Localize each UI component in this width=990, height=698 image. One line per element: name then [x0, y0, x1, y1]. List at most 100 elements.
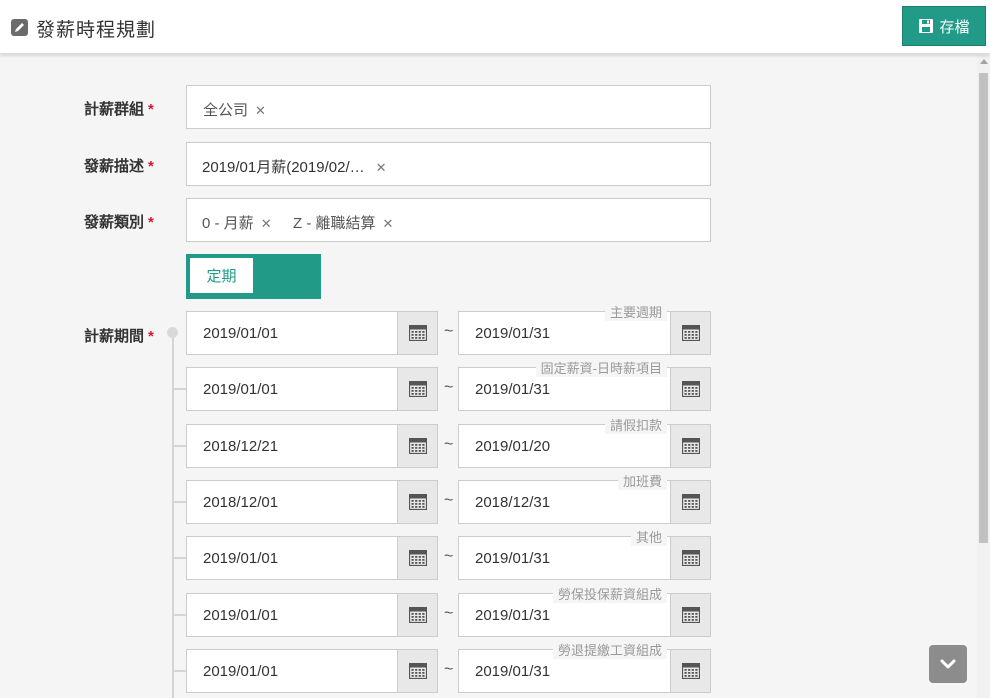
period-row-name: 固定薪資-日時薪項目: [535, 358, 667, 378]
end-date-calendar-button[interactable]: [670, 480, 710, 523]
chevron-down-icon: [940, 659, 956, 669]
save-button-label: 存檔: [939, 18, 970, 36]
category-select[interactable]: 0 - 月薪 ✕ Z - 離職結算 ✕: [186, 198, 711, 242]
end-date-value: 2019/01/31: [475, 325, 551, 342]
group-label-text: 計薪群組: [84, 101, 145, 118]
start-date-value: 2019/01/01: [203, 550, 279, 568]
start-date-input[interactable]: 2019/01/01: [186, 592, 438, 637]
timeline-branch: [173, 669, 187, 672]
description-label-text: 發薪描述: [84, 158, 145, 175]
tag-group: 全公司 ✕: [203, 99, 266, 120]
start-date-value: 2019/01/01: [203, 381, 279, 399]
calendar-icon: [681, 493, 700, 510]
end-date-input[interactable]: 2019/01/31: [458, 536, 711, 581]
start-date-value: 2019/01/01: [203, 606, 279, 624]
start-date-value: 2019/01/01: [203, 662, 279, 680]
start-date-input[interactable]: 2019/01/01: [186, 311, 438, 355]
start-date-input[interactable]: 2019/01/01: [186, 536, 438, 581]
calendar-icon: [408, 437, 427, 454]
period-row-name: 主要週期: [604, 302, 667, 321]
start-date-input[interactable]: 2019/01/01: [186, 367, 438, 412]
calendar-icon: [681, 550, 700, 567]
start-date-calendar-button[interactable]: [397, 480, 437, 523]
date-range-separator: ~: [444, 323, 454, 340]
end-date-value: 2019/01/31: [475, 606, 551, 624]
calendar-icon: [408, 662, 427, 679]
description-label: 發薪描述 *: [84, 155, 154, 176]
periodic-toggle-label: 定期: [190, 258, 253, 293]
tag-text: 全公司: [203, 102, 249, 119]
start-date-input[interactable]: 2018/12/01: [186, 479, 438, 524]
calendar-icon: [408, 381, 427, 398]
calendar-icon: [681, 325, 700, 341]
scrollbar-thumb[interactable]: [979, 73, 988, 543]
tag-text: Z - 離職結算: [293, 215, 376, 232]
period-row-name: 請假扣款: [604, 414, 667, 434]
end-date-value: 2019/01/31: [475, 662, 551, 680]
start-date-input[interactable]: 2018/12/21: [186, 423, 438, 468]
tag-text: 2019/01月薪(2019/02/…: [202, 159, 365, 176]
scroll-up-arrow-icon[interactable]: [980, 59, 988, 64]
timeline-branch: [173, 388, 187, 391]
start-date-value: 2018/12/21: [203, 437, 279, 455]
end-date-value: 2019/01/31: [475, 381, 551, 399]
date-range-separator: ~: [444, 660, 454, 678]
start-date-value: 2018/12/01: [203, 493, 279, 511]
timeline-dot: [167, 327, 178, 338]
page-header: 發薪時程規劃 存檔: [0, 0, 990, 54]
start-date-calendar-button[interactable]: [397, 537, 437, 580]
end-date-value: 2019/01/20: [475, 437, 551, 455]
start-date-input[interactable]: 2019/01/01: [186, 648, 438, 693]
start-date-value: 2019/01/01: [203, 325, 279, 342]
floppy-disk-icon: [919, 19, 934, 33]
tag-text: 0 - 月薪: [202, 215, 254, 232]
timeline-branch: [173, 557, 187, 560]
save-button[interactable]: 存檔: [902, 6, 986, 46]
pencil-icon: [11, 19, 28, 36]
end-date-calendar-button[interactable]: [670, 649, 710, 692]
period-row-name: 勞保投保薪資組成: [552, 583, 667, 603]
periodic-toggle[interactable]: 定期: [186, 254, 321, 299]
end-date-value: 2019/01/31: [475, 550, 551, 568]
timeline-branch: [173, 444, 187, 447]
required-mark: *: [148, 101, 154, 118]
start-date-calendar-button[interactable]: [397, 312, 437, 354]
start-date-calendar-button[interactable]: [397, 424, 437, 467]
start-date-calendar-button[interactable]: [397, 368, 437, 411]
required-mark: *: [148, 158, 154, 175]
category-label-text: 發薪類別: [84, 214, 145, 231]
calendar-icon: [681, 381, 700, 398]
scrollbar[interactable]: [977, 55, 990, 698]
period-label: 計薪期間 *: [84, 325, 154, 346]
close-icon[interactable]: ✕: [255, 103, 266, 118]
start-date-calendar-button[interactable]: [397, 649, 437, 692]
end-date-input[interactable]: 2019/01/31: [458, 311, 711, 355]
page-title: 發薪時程規劃: [36, 20, 157, 41]
timeline-branch: [173, 613, 187, 616]
start-date-calendar-button[interactable]: [397, 593, 437, 636]
tag-category-z: Z - 離職結算 ✕: [293, 212, 393, 233]
end-date-calendar-button[interactable]: [670, 368, 710, 411]
group-select[interactable]: 全公司 ✕: [186, 85, 711, 129]
end-date-calendar-button[interactable]: [670, 312, 710, 354]
end-date-value: 2018/12/31: [475, 493, 551, 511]
end-date-calendar-button[interactable]: [670, 593, 710, 636]
close-icon[interactable]: ✕: [383, 216, 394, 231]
tag-description: 2019/01月薪(2019/02/… ✕: [202, 156, 387, 177]
tag-category-0: 0 - 月薪 ✕: [202, 212, 272, 233]
description-select[interactable]: 2019/01月薪(2019/02/… ✕: [186, 142, 711, 186]
end-date-calendar-button[interactable]: [670, 537, 710, 580]
calendar-icon: [408, 325, 427, 341]
close-icon[interactable]: ✕: [376, 160, 387, 175]
calendar-icon: [681, 662, 700, 679]
calendar-icon: [408, 493, 427, 510]
date-range-separator: ~: [444, 379, 454, 397]
end-date-calendar-button[interactable]: [670, 424, 710, 467]
end-date-input[interactable]: 2019/01/20: [458, 423, 711, 468]
date-range-separator: ~: [444, 435, 454, 453]
end-date-input[interactable]: 2018/12/31: [458, 479, 711, 524]
date-range-separator: ~: [444, 548, 454, 566]
close-icon[interactable]: ✕: [261, 216, 272, 231]
required-mark: *: [148, 214, 154, 231]
scroll-down-button[interactable]: [929, 645, 967, 683]
